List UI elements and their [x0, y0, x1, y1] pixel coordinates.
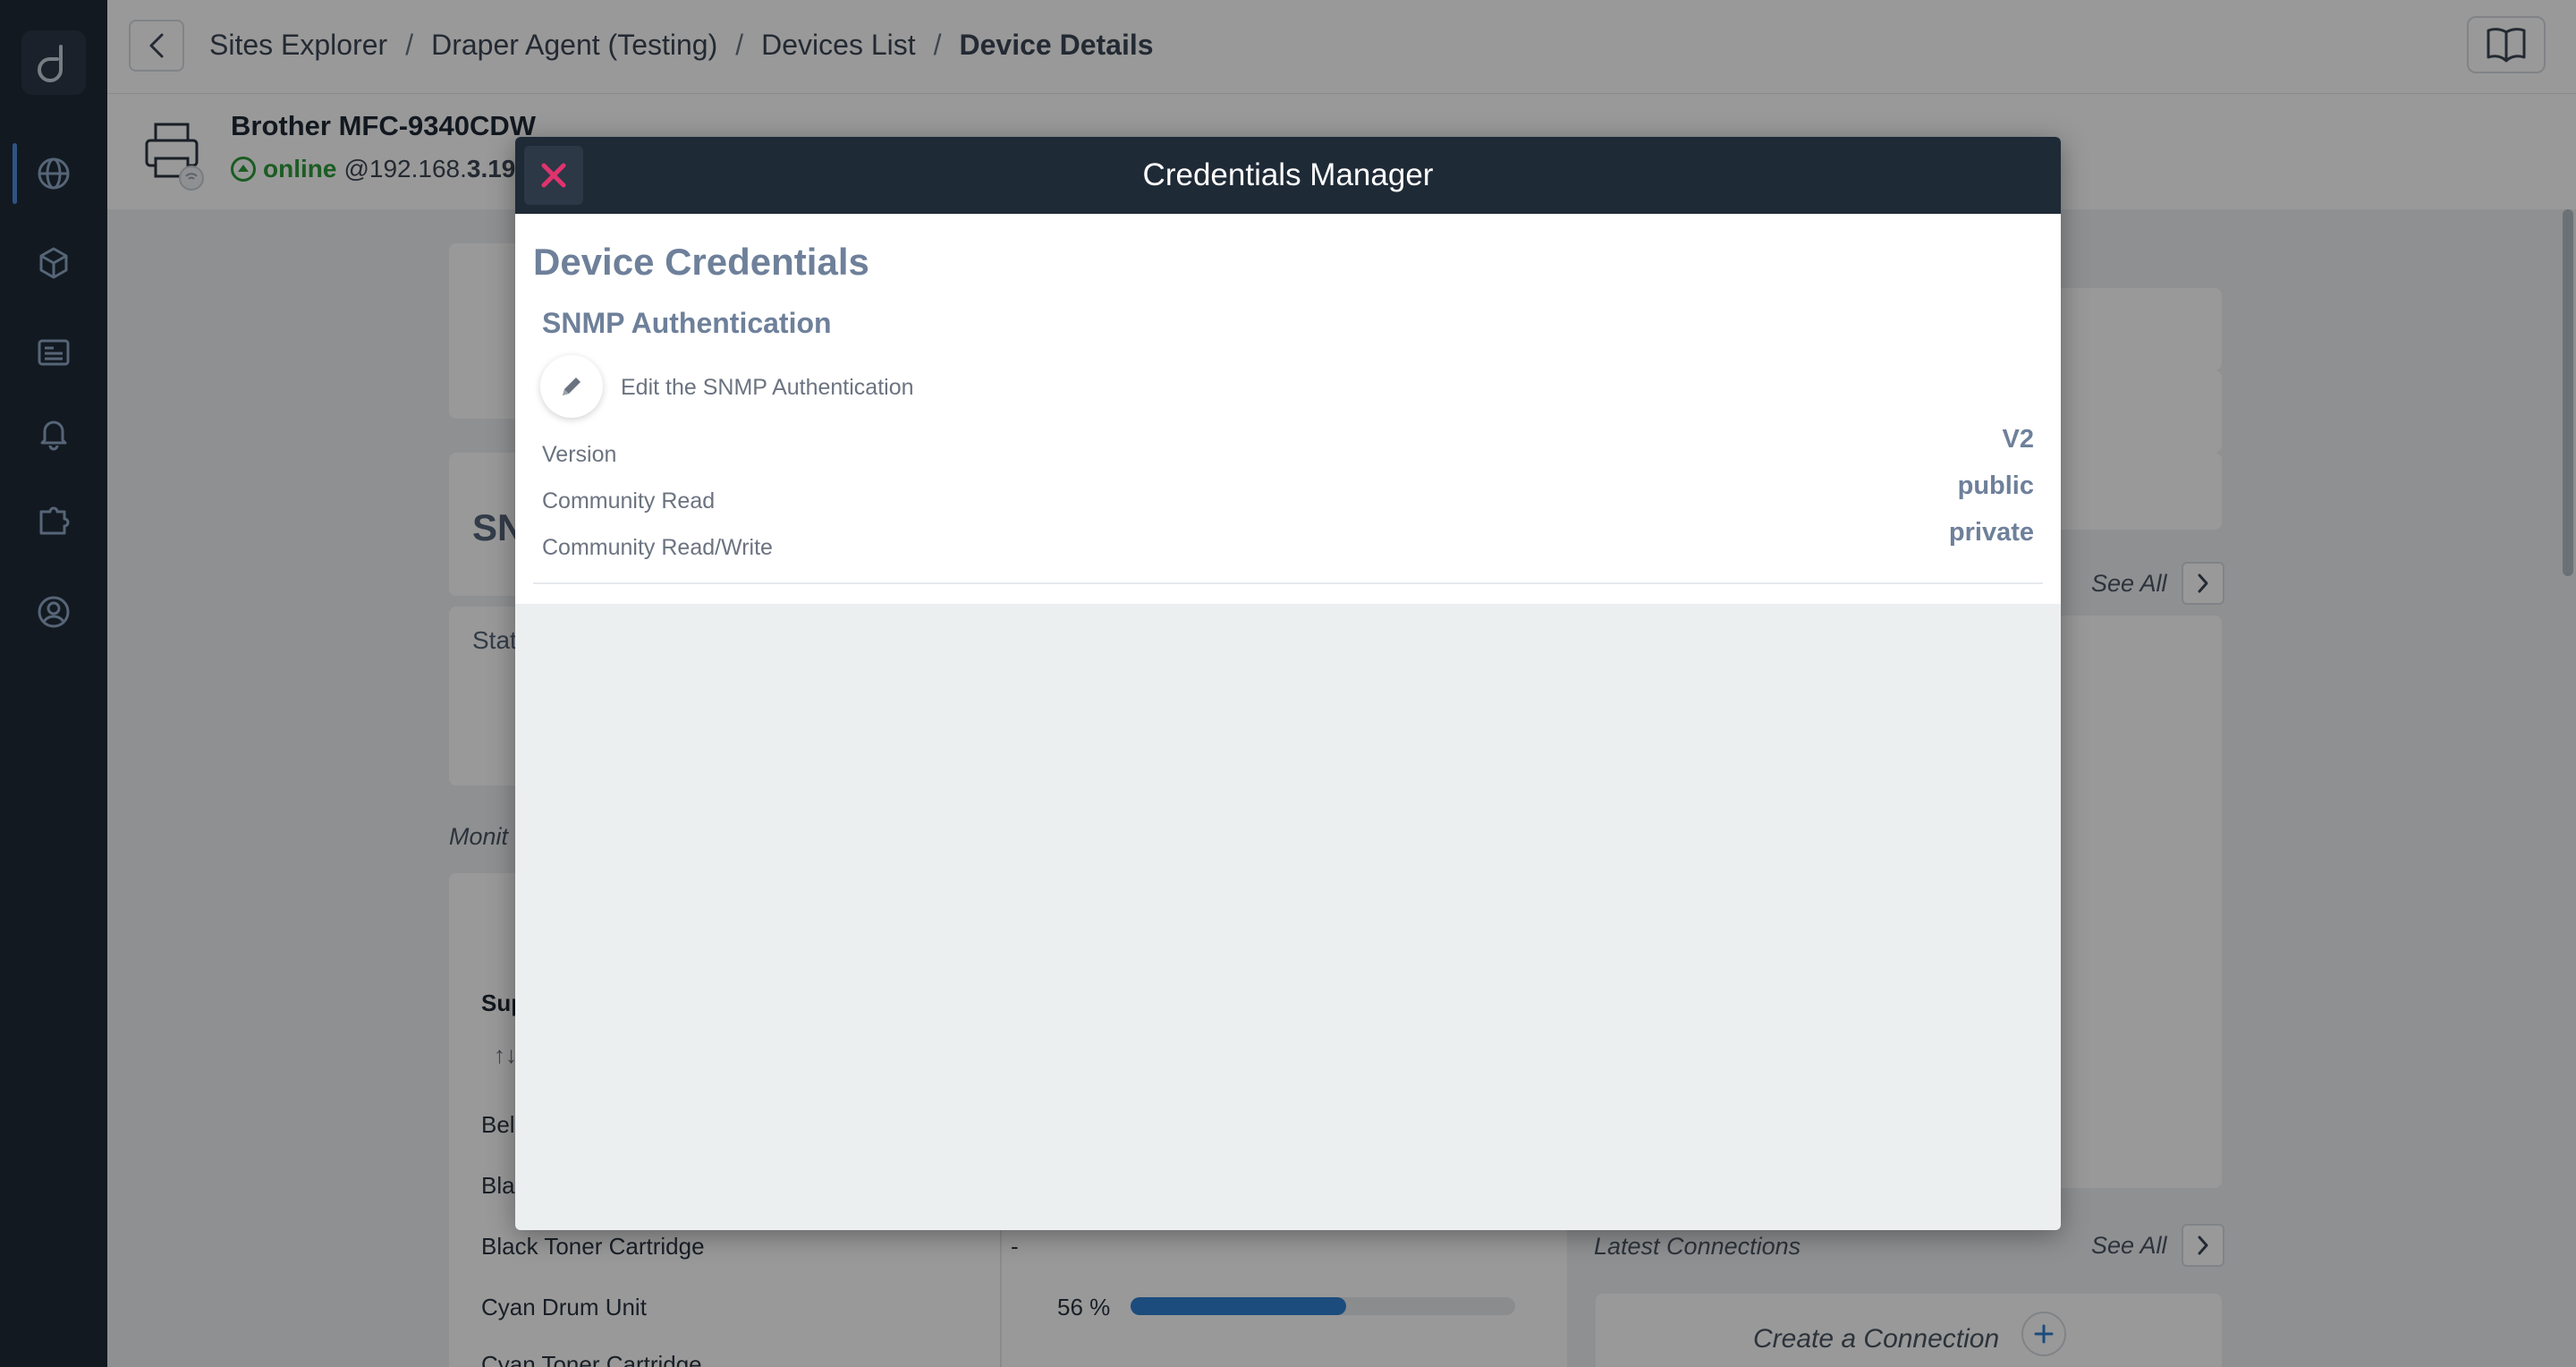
field-value: V2 — [2002, 425, 2034, 454]
field-label: Version — [542, 442, 617, 467]
edit-snmp-button[interactable] — [540, 355, 603, 418]
device-credentials-heading: Device Credentials — [533, 241, 869, 283]
snmp-authentication-heading: SNMP Authentication — [542, 307, 832, 339]
modal-header: Credentials Manager — [515, 137, 2061, 214]
close-icon — [541, 163, 566, 188]
modal-title: Credentials Manager — [1142, 157, 1434, 192]
field-value: public — [1957, 471, 2034, 500]
field-label: Community Read — [542, 488, 716, 514]
close-button[interactable] — [524, 146, 583, 205]
pencil-icon — [563, 378, 580, 395]
credentials-manager-modal: Credentials Manager Device Credentials S… — [515, 137, 2061, 1230]
field-row-community-read-write: Community Read/Write private — [542, 518, 2034, 565]
field-label: Community Read/Write — [542, 535, 773, 560]
field-value: private — [1948, 518, 2034, 547]
field-row-community-read: Community Read public — [542, 471, 2034, 518]
edit-snmp-label[interactable]: Edit the SNMP Authentication — [621, 375, 914, 401]
modal-divider — [533, 582, 2043, 584]
modal-body: Device Credentials SNMP Authentication E… — [515, 214, 2061, 604]
field-row-version: Version V2 — [542, 425, 2034, 471]
